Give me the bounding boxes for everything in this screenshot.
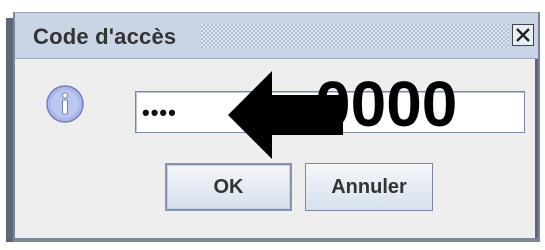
info-icon	[45, 84, 85, 124]
screen: Code d'accès •••• 0000 OK Annuler	[0, 0, 545, 250]
cancel-button-label: Annuler	[331, 175, 407, 198]
annotation-code: 0000	[315, 68, 458, 140]
dialog-titlebar[interactable]: Code d'accès	[15, 13, 538, 59]
close-icon	[516, 28, 530, 42]
close-button[interactable]	[512, 24, 534, 46]
ok-button-label: OK	[213, 175, 244, 198]
cancel-button[interactable]: Annuler	[305, 163, 433, 211]
access-code-dialog: Code d'accès •••• 0000 OK Annuler	[13, 12, 540, 240]
titlebar-grip[interactable]	[201, 24, 509, 48]
password-masked-value: ••••	[142, 100, 177, 125]
ok-button[interactable]: OK	[165, 163, 292, 211]
dialog-title: Code d'accès	[33, 24, 177, 49]
